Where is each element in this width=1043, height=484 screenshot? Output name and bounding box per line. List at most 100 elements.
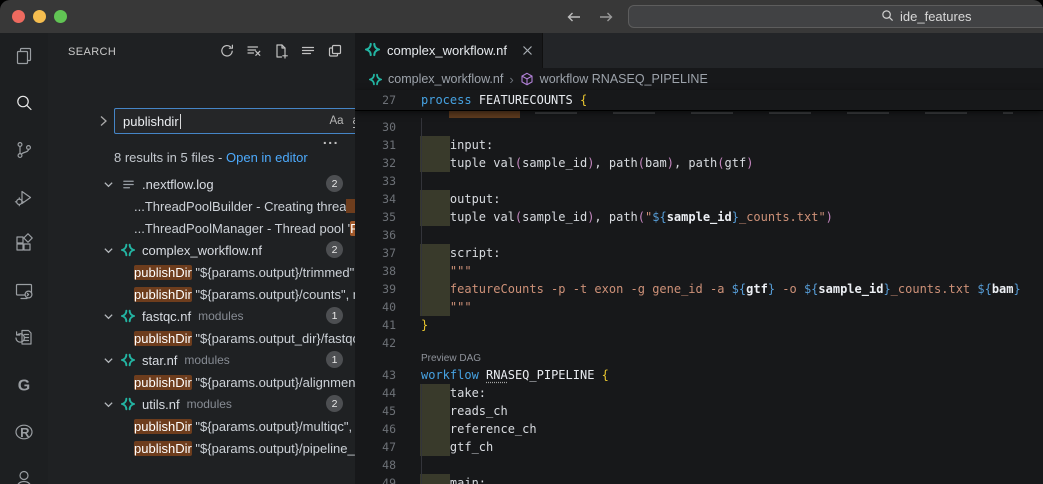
nextflow-file-icon <box>369 73 382 86</box>
match-context: "${params.output}/counts", mo... <box>192 287 355 302</box>
match-context: "${params.output}/alignments", ... <box>192 375 355 390</box>
command-center-search[interactable]: ide_features <box>628 5 1043 28</box>
code-line[interactable]: 35 tuple val(sample_id), path("${sample_… <box>355 208 1043 226</box>
forward-icon[interactable] <box>598 10 614 24</box>
line-number: 45 <box>355 402 396 420</box>
line-number: 42 <box>355 334 396 352</box>
code-line[interactable]: 39 featureCounts -p -t exon -g gene_id -… <box>355 280 1043 298</box>
code-line[interactable]: 36 <box>355 226 1043 244</box>
r-language-icon[interactable]: R <box>12 420 36 444</box>
search-result-file-row[interactable]: star.nfmodules1 <box>48 349 355 371</box>
search-result-file-row[interactable]: fastqc.nfmodules1 <box>48 305 355 327</box>
match-highlight: publishDir <box>134 419 192 434</box>
search-match-row[interactable]: ...ThreadPoolManager - Thread pool 'Publ… <box>48 217 355 239</box>
search-match-row[interactable]: publishDir "${params.output}/counts", mo… <box>48 283 355 305</box>
line-number: 47 <box>355 438 396 456</box>
tab-complex-workflow[interactable]: complex_workflow.nf <box>355 33 543 68</box>
line-number: 35 <box>355 208 396 226</box>
line-number: 33 <box>355 172 396 190</box>
search-match-row[interactable]: publishDir "${params.output}/trimmed", m… <box>48 261 355 283</box>
close-tab-icon[interactable] <box>522 45 533 56</box>
activity-bar: GR <box>0 33 48 484</box>
match-count-badge: 2 <box>326 395 343 412</box>
gitlens-icon[interactable]: G <box>12 373 36 397</box>
code-line[interactable]: 34 output: <box>355 190 1043 208</box>
code-line[interactable]: 40 """ <box>355 298 1043 316</box>
file-history-icon[interactable] <box>12 326 36 350</box>
code-line[interactable]: 38 """ <box>355 262 1043 280</box>
results-summary: 8 results in 5 files - Open in editor <box>114 150 308 165</box>
line-number: 41 <box>355 316 396 334</box>
breadcrumb-file[interactable]: complex_workflow.nf <box>388 72 503 86</box>
match-highlight: publishDir <box>134 375 192 390</box>
search-icon <box>881 9 894 25</box>
clear-results-icon[interactable] <box>246 43 262 59</box>
codelens-preview-dag[interactable]: Preview DAG <box>421 352 1043 366</box>
match-context: ...ThreadPoolManager - Thread pool ' <box>134 221 350 236</box>
code-line[interactable]: 30 <box>355 118 1043 136</box>
list-view-icon[interactable] <box>300 43 316 59</box>
code-line[interactable]: 37 script: <box>355 244 1043 262</box>
code-line[interactable]: 45 reads_ch <box>355 402 1043 420</box>
toggle-replace-icon[interactable] <box>99 114 108 132</box>
search-icon[interactable] <box>12 91 36 115</box>
search-result-file-row[interactable]: utils.nfmodules2 <box>48 393 355 415</box>
nextflow-file-icon <box>120 353 136 367</box>
chevron-down-icon <box>103 355 114 366</box>
explorer-icon[interactable] <box>12 44 36 68</box>
minimize-window-button[interactable] <box>33 10 46 23</box>
svg-text:G: G <box>18 378 30 395</box>
close-window-button[interactable] <box>12 10 25 23</box>
search-query-text: publishdir <box>123 114 179 129</box>
open-editors-icon[interactable] <box>327 43 343 59</box>
open-in-editor-link[interactable]: Open in editor <box>226 150 308 165</box>
code-line[interactable]: 41} <box>355 316 1043 334</box>
match-context: "${params.output}/trimmed", m... <box>192 265 355 280</box>
code-line[interactable]: 42 <box>355 334 1043 352</box>
code-line[interactable]: 44 take: <box>355 384 1043 402</box>
code-line[interactable]: 27process FEATURECOUNTS { <box>355 90 587 110</box>
search-match-row[interactable]: publishDir "${params.output}/pipeline_in… <box>48 437 355 459</box>
source-control-icon[interactable] <box>12 138 36 162</box>
search-results-tree: .nextflow.log2 ...ThreadPoolBuilder - Cre… <box>48 173 355 459</box>
code-area[interactable]: 3031 input:32 tuple val(sample_id), path… <box>355 118 1043 484</box>
search-result-file-row[interactable]: .nextflow.log2 <box>48 173 355 195</box>
breadcrumb-symbol[interactable]: workflow RNASEQ_PIPELINE <box>540 72 708 86</box>
line-number: 44 <box>355 384 396 402</box>
sticky-scroll-line[interactable]: 27process FEATURECOUNTS { <box>355 90 1043 111</box>
line-number: 36 <box>355 226 396 244</box>
match-case-toggle[interactable]: Aa <box>329 115 343 127</box>
search-match-row[interactable]: publishDir "${params.output}/alignments"… <box>48 371 355 393</box>
sidebar-actions <box>219 43 343 59</box>
maximize-window-button[interactable] <box>54 10 67 23</box>
match-highlight: publishDir <box>134 441 192 456</box>
toggle-search-details[interactable]: ... <box>323 131 339 147</box>
code-line[interactable]: 49 main: <box>355 474 1043 484</box>
code-line[interactable]: 43workflow RNASEQ_PIPELINE { <box>355 366 1043 384</box>
account-icon[interactable] <box>12 467 36 484</box>
run-debug-icon[interactable] <box>12 185 36 209</box>
search-match-row[interactable]: publishDir "${params.output_dir}/fastqc"… <box>48 327 355 349</box>
search-match-row[interactable]: ...ThreadPoolBuilder - Creating thread p… <box>48 195 355 217</box>
search-input[interactable]: publishdir Aa ab .* <box>114 108 355 134</box>
search-match-row[interactable]: publishDir "${params.output}/multiqc", m… <box>48 415 355 437</box>
code-line[interactable]: 47 gtf_ch <box>355 438 1043 456</box>
match-highlight-sliver <box>449 111 520 118</box>
partially-scrolled-line <box>355 111 1043 118</box>
code-line[interactable]: 32 tuple val(sample_id), path(bam), path… <box>355 154 1043 172</box>
code-line[interactable]: 33 <box>355 172 1043 190</box>
code-line[interactable]: 46 reference_ch <box>355 420 1043 438</box>
match-context: ...ThreadPoolBuilder - Creating thread p… <box>134 199 355 214</box>
clipped-text-sliver <box>535 112 1013 114</box>
code-line[interactable]: 31 input: <box>355 136 1043 154</box>
new-search-editor-icon[interactable] <box>273 43 289 59</box>
line-number: 32 <box>355 154 396 172</box>
extensions-icon[interactable] <box>12 232 36 256</box>
workspace-name: ide_features <box>900 9 972 24</box>
remote-explorer-icon[interactable] <box>12 279 36 303</box>
code-line[interactable]: 48 <box>355 456 1043 474</box>
refresh-icon[interactable] <box>219 43 235 59</box>
search-result-file-row[interactable]: complex_workflow.nf2 <box>48 239 355 261</box>
match-highlight: publishDir <box>134 331 192 346</box>
back-icon[interactable] <box>566 10 582 24</box>
